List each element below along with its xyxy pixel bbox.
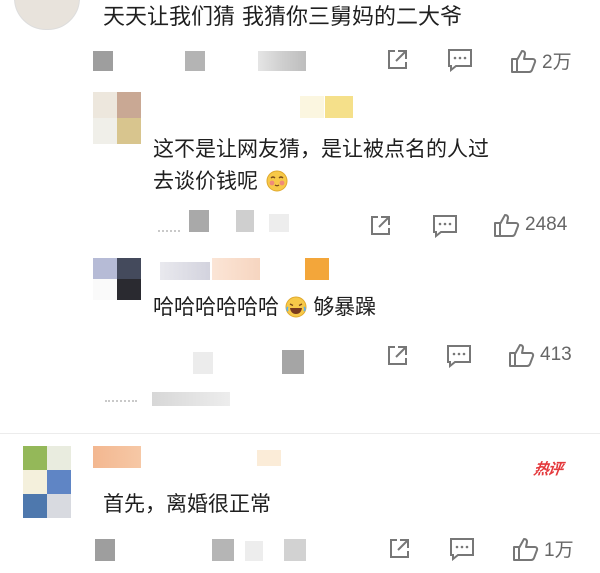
comment-text-line2: 去谈价钱呢 bbox=[153, 166, 288, 196]
share-icon bbox=[390, 539, 409, 558]
blurred-username bbox=[300, 96, 324, 118]
laughing-emoji-icon bbox=[285, 296, 307, 318]
comment-button[interactable] bbox=[447, 48, 473, 72]
blurred-username bbox=[257, 450, 281, 466]
hot-comment-badge: 热评 bbox=[532, 460, 564, 478]
blurred-view-replies[interactable] bbox=[105, 400, 137, 402]
comment-icon bbox=[447, 345, 471, 368]
share-icon bbox=[371, 216, 390, 235]
comment-icon bbox=[450, 538, 474, 561]
blurred-meta bbox=[245, 541, 263, 561]
thumbs-up-icon bbox=[511, 49, 537, 73]
comment-text: 首先，离婚很正常 bbox=[103, 492, 271, 516]
blurred-username bbox=[305, 258, 329, 280]
blurred-username bbox=[212, 258, 260, 280]
blurred-meta bbox=[185, 51, 205, 71]
comment-text-row: 哈哈哈哈哈哈 够暴躁 bbox=[153, 292, 376, 322]
thumbs-up-icon bbox=[509, 344, 535, 367]
thumbs-up-icon bbox=[494, 214, 520, 237]
blurred-username bbox=[160, 262, 210, 280]
share-icon bbox=[388, 346, 407, 365]
comment-text: 去谈价钱呢 bbox=[153, 169, 258, 193]
like-button[interactable]: 1万 bbox=[512, 535, 574, 562]
like-button[interactable]: 413 bbox=[508, 342, 572, 368]
blurred-username bbox=[325, 96, 353, 118]
blurred-meta bbox=[212, 539, 234, 561]
comment-text: 够暴躁 bbox=[313, 295, 377, 319]
comment-3: 哈哈哈哈哈哈 够暴躁 413 bbox=[0, 250, 600, 430]
blurred-meta bbox=[258, 51, 306, 71]
comment-2: 这不是让网友猜，是让被点名的人过 去谈价钱呢 2484 bbox=[0, 90, 600, 250]
avatar[interactable] bbox=[14, 0, 80, 30]
share-button[interactable] bbox=[385, 344, 409, 368]
share-icon bbox=[388, 50, 407, 69]
comment-icon bbox=[448, 49, 472, 72]
comment-icon bbox=[433, 215, 457, 238]
blurred-meta bbox=[158, 230, 180, 232]
like-count: 2484 bbox=[525, 214, 568, 235]
blurred-meta bbox=[236, 210, 254, 232]
comment-button[interactable] bbox=[449, 537, 475, 561]
blurred-meta bbox=[189, 210, 209, 232]
blurred-meta bbox=[284, 539, 306, 561]
blurred-meta bbox=[193, 352, 213, 374]
comment-4: 热评 首先，离婚很正常 1万 bbox=[0, 434, 600, 573]
avatar[interactable] bbox=[93, 92, 141, 144]
blurred-meta bbox=[269, 214, 289, 232]
like-button[interactable]: 2484 bbox=[493, 212, 567, 238]
comment-1: 天天让我们猜 我猜你三舅妈的二大爷 2万 bbox=[0, 0, 600, 90]
blurred-meta bbox=[282, 350, 304, 374]
like-count: 1万 bbox=[544, 540, 574, 561]
comment-button[interactable] bbox=[446, 344, 472, 368]
like-count: 2万 bbox=[542, 52, 572, 73]
comment-text: 哈哈哈哈哈哈 bbox=[153, 295, 279, 319]
thumbs-up-icon bbox=[513, 537, 539, 561]
like-count: 413 bbox=[540, 344, 572, 365]
blushing-emoji-icon bbox=[266, 170, 288, 192]
blurred-username bbox=[93, 446, 141, 468]
share-button[interactable] bbox=[387, 537, 411, 561]
blurred-meta bbox=[93, 51, 113, 71]
avatar[interactable] bbox=[23, 446, 71, 518]
avatar[interactable] bbox=[93, 258, 141, 300]
blurred-view-replies[interactable] bbox=[152, 392, 230, 406]
share-button[interactable] bbox=[385, 48, 409, 72]
comment-button[interactable] bbox=[432, 214, 458, 238]
share-button[interactable] bbox=[368, 214, 392, 238]
blurred-meta bbox=[95, 539, 115, 561]
comment-text: 这不是让网友猜，是让被点名的人过 bbox=[153, 137, 489, 161]
comment-text: 天天让我们猜 我猜你三舅妈的二大爷 bbox=[103, 5, 462, 30]
like-button[interactable]: 2万 bbox=[510, 47, 572, 74]
